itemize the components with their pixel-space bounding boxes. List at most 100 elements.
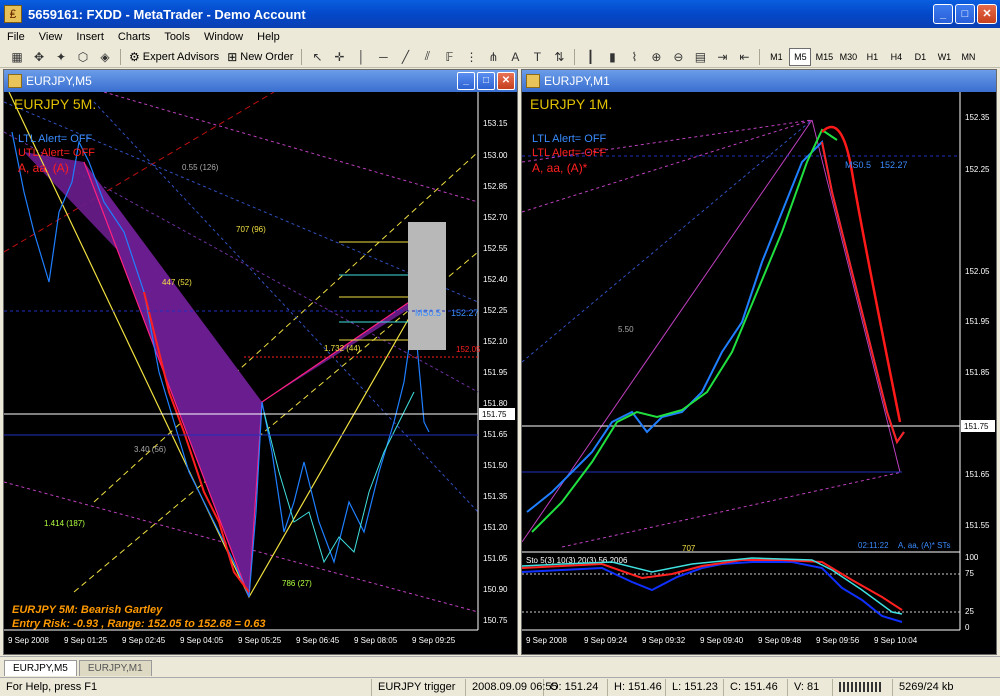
window-title: 5659161: FXDD - MetaTrader - Demo Accoun… [28,6,306,22]
current-price-label: 151.75 [964,422,989,431]
price-tick: 151.65 [483,430,508,439]
price-chart-m5[interactable]: EURJPY 5M. LTL Alert= OFF UTL Alert= OFF… [4,92,517,654]
tab-eurjpy-m1[interactable]: EURJPY,M1 [78,660,152,676]
new-order-button[interactable]: ⊞ New Order [223,48,297,66]
time-tick: 9 Sep 08:05 [354,636,398,645]
vertical-line-icon[interactable]: │ [351,48,371,66]
tab-eurjpy-m5[interactable]: EURJPY,M5 [4,660,77,676]
zoom-in-icon[interactable]: ⊕ [646,48,666,66]
status-open: O: 151.24 [544,678,608,696]
market-watch-icon[interactable]: ✦ [51,48,71,66]
arrows-icon[interactable]: ⇅ [549,48,569,66]
menu-file[interactable]: File [0,31,32,43]
toolbar-separator [120,48,121,65]
chart-window-m5[interactable]: EURJPY,M5 _ □ ✕ EURJPY 5M. LTL Alert= OF… [3,69,518,655]
menu-view[interactable]: View [32,31,70,43]
timeframe-m15[interactable]: M15 [813,48,835,66]
timeframe-m1[interactable]: M1 [765,48,787,66]
time-tick: 9 Sep 10:04 [874,636,918,645]
price-tick: 152.55 [483,244,508,253]
chart-shift-icon[interactable]: ⇤ [734,48,754,66]
trendline-icon[interactable]: ╱ [395,48,415,66]
timeframe-h1[interactable]: H1 [861,48,883,66]
autoscroll-icon[interactable]: ⇥ [712,48,732,66]
stoch-tick: 0 [965,623,970,632]
entry-zone-box [408,222,446,350]
timeframe-mn[interactable]: MN [957,48,979,66]
bar-chart-icon[interactable]: ┃ [580,48,600,66]
price-tick: 152.25 [965,165,990,174]
close-button[interactable]: ✕ [977,4,997,24]
zoom-out-icon[interactable]: ⊖ [668,48,688,66]
chart-close-button[interactable]: ✕ [497,72,515,90]
timeframe-w1[interactable]: W1 [933,48,955,66]
text-tool-icon[interactable]: A [505,48,525,66]
time-tick: 9 Sep 09:56 [816,636,860,645]
menu-window[interactable]: Window [197,31,250,43]
status-help: For Help, press F1 [0,678,372,696]
grid-icon[interactable]: ⋮ [461,48,481,66]
profiles-icon[interactable]: ✥ [29,48,49,66]
fib-label-707: 707 (96) [236,225,266,234]
timeframe-d1[interactable]: D1 [909,48,931,66]
connection-bars-icon [833,678,893,696]
timeframe-m5[interactable]: M5 [789,47,812,66]
horizontal-line-icon[interactable]: ─ [373,48,393,66]
chart-window-m1[interactable]: EURJPY,M1 EURJPY 1M. LTL Alert= OFF LTL … [521,69,997,655]
time-tick: 9 Sep 02:45 [122,636,166,645]
menu-insert[interactable]: Insert [69,31,111,43]
expert-advisors-label: Expert Advisors [142,50,220,63]
time-tick: 9 Sep 2008 [526,636,567,645]
channel-icon[interactable]: ⫽ [417,48,437,66]
line-chart-icon[interactable]: ⌇ [624,48,644,66]
chart-minimize-button[interactable]: _ [457,72,475,90]
chart-window-title-bar[interactable]: EURJPY,M1 [522,70,996,92]
timeframe-m30[interactable]: M30 [837,48,859,66]
status-datetime: 2008.09.09 06:55 [466,678,558,696]
status-close: C: 151.46 [724,678,788,696]
chart-maximize-button[interactable]: □ [477,72,495,90]
chart-tabs: EURJPY,M5 EURJPY,M1 [0,656,1000,676]
menu-bar: File View Insert Charts Tools Window Hel… [0,28,1000,46]
candles-icon[interactable]: ▮ [602,48,622,66]
fibonacci-icon[interactable]: 𝔽 [439,48,459,66]
label-tool-icon[interactable]: T [527,48,547,66]
fib-label-1732: 1.732 (44) [324,344,361,353]
stoch-tick: 25 [965,607,974,616]
navigator-icon[interactable]: ⬡ [73,48,93,66]
crosshair-icon[interactable]: ✛ [329,48,349,66]
cursor-icon[interactable]: ↖ [307,48,327,66]
chart-headline: EURJPY 5M. [14,96,96,112]
chart-window-title-bar[interactable]: EURJPY,M5 _ □ ✕ [4,70,517,92]
ms-price-label: 152.27 [880,160,908,170]
time-tick: 9 Sep 06:45 [296,636,340,645]
price-tick: 151.05 [483,554,508,563]
wave-label: A, aa, (A) [18,161,69,175]
menu-tools[interactable]: Tools [157,31,197,43]
price-tick: 152.25 [483,306,508,315]
status-profile[interactable]: EURJPY trigger [372,678,466,696]
tile-icon[interactable]: ▤ [690,48,710,66]
price-tick: 151.35 [483,492,508,501]
price-tick: 152.10 [483,337,508,346]
menu-help[interactable]: Help [250,31,287,43]
fib-label-707: 707 [682,544,696,553]
chart-window-icon [8,74,22,88]
time-label: 02:11:22 [858,541,889,550]
metatrader-window: ₤ 5659161: FXDD - MetaTrader - Demo Acco… [0,0,1000,696]
expert-advisors-button[interactable]: ⚙ Expert Advisors [125,48,223,66]
price-tick: 152.85 [483,182,508,191]
price-chart-m1[interactable]: EURJPY 1M. LTL Alert= OFF LTL Alert= OFF… [522,92,996,654]
expert-advisors-icon: ⚙ [129,49,140,64]
stoch-tick: 100 [965,553,979,562]
price-tick: 151.85 [965,368,990,377]
timeframe-h4[interactable]: H4 [885,48,907,66]
price-tick: 151.95 [965,317,990,326]
terminal-icon[interactable]: ◈ [95,48,115,66]
maximize-button[interactable]: □ [955,4,975,24]
new-chart-icon[interactable]: ▦ [7,48,27,66]
status-low: L: 151.23 [666,678,724,696]
pitchfork-icon[interactable]: ⋔ [483,48,503,66]
minimize-button[interactable]: _ [933,4,953,24]
menu-charts[interactable]: Charts [111,31,157,43]
